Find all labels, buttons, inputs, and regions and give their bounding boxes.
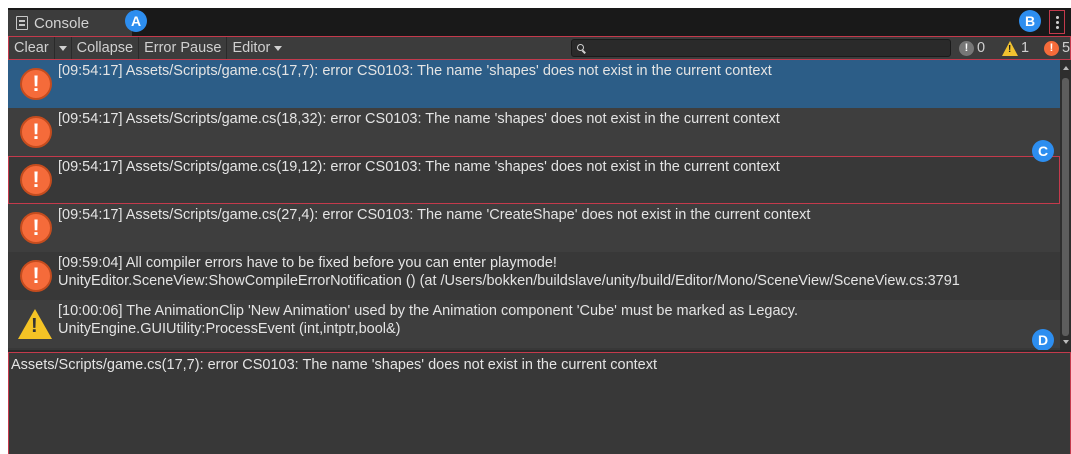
error-icon: ! [20, 164, 52, 196]
scroll-thumb[interactable] [1062, 78, 1069, 336]
callout-c: C [1032, 140, 1054, 162]
error-count: 5 [1062, 40, 1071, 56]
collapse-toggle[interactable]: Collapse [72, 37, 140, 59]
editor-dropdown[interactable]: Editor [227, 37, 287, 59]
kebab-menu-icon[interactable] [1049, 10, 1065, 34]
log-row[interactable]: ! [09:54:17] Assets/Scripts/game.cs(27,4… [8, 204, 1060, 252]
error-icon: ! [20, 116, 52, 148]
log-row[interactable]: ! [09:54:17] Assets/Scripts/game.cs(19,1… [8, 156, 1060, 204]
search-icon [577, 44, 584, 51]
log-count-toggle[interactable]: ! 0 [959, 39, 985, 57]
callout-d: D [1032, 329, 1054, 351]
error-icon: ! [20, 68, 52, 100]
warning-icon: ! [18, 309, 52, 339]
error-icon: ! [1044, 40, 1059, 56]
log-message: [09:54:17] Assets/Scripts/game.cs(19,12)… [58, 159, 780, 175]
log-count: 0 [977, 40, 986, 56]
tab-strip: Console A B [8, 8, 1071, 36]
error-pause-label: Error Pause [144, 40, 222, 56]
chevron-down-icon [274, 45, 283, 51]
warning-count: 1 [1021, 40, 1030, 56]
clear-button[interactable]: Clear [9, 37, 55, 59]
info-icon: ! [959, 40, 974, 56]
console-doc-icon [16, 16, 28, 30]
callout-a: A [125, 10, 147, 32]
tab-label: Console [34, 14, 90, 32]
detail-pane: Assets/Scripts/game.cs(17,7): error CS01… [8, 352, 1071, 454]
detail-text: Assets/Scripts/game.cs(17,7): error CS01… [11, 357, 658, 373]
search-input[interactable] [571, 39, 951, 57]
callout-b: B [1019, 10, 1041, 32]
error-count-toggle[interactable]: ! 5 [1044, 39, 1070, 57]
error-icon: ! [20, 260, 52, 292]
log-message: [09:54:17] Assets/Scripts/game.cs(17,7):… [58, 63, 772, 79]
log-row[interactable]: ! [09:59:04] All compiler errors have to… [8, 252, 1060, 300]
editor-label: Editor [232, 40, 271, 56]
log-message: [09:59:04] All compiler errors have to b… [58, 255, 557, 271]
log-row[interactable]: ! [10:00:06] The AnimationClip 'New Anim… [8, 300, 1060, 348]
log-stacktrace: UnityEditor.SceneView:ShowCompileErrorNo… [58, 273, 960, 289]
log-message: [10:00:06] The AnimationClip 'New Animat… [58, 303, 798, 319]
log-row[interactable]: ! [09:54:17] Assets/Scripts/game.cs(18,3… [8, 108, 1060, 156]
log-message: [09:54:17] Assets/Scripts/game.cs(18,32)… [58, 111, 780, 127]
log-row[interactable]: ! [09:54:17] Assets/Scripts/game.cs(17,7… [8, 60, 1060, 108]
warning-count-toggle[interactable]: ! 1 [1002, 39, 1029, 57]
log-message: [09:54:17] Assets/Scripts/game.cs(27,4):… [58, 207, 811, 223]
log-stacktrace: UnityEngine.GUIUtility:ProcessEvent (int… [58, 321, 401, 337]
console-toolbar: Clear Collapse Error Pause Editor ! 0 ! … [8, 36, 1071, 60]
warning-icon: ! [1002, 40, 1018, 56]
error-pause-toggle[interactable]: Error Pause [139, 37, 228, 59]
log-list: ! [09:54:17] Assets/Scripts/game.cs(17,7… [8, 60, 1060, 351]
log-scrollbar[interactable] [1060, 60, 1071, 350]
error-icon: ! [20, 212, 52, 244]
chevron-down-icon[interactable] [1063, 340, 1069, 344]
chevron-down-icon [58, 45, 67, 51]
clear-label: Clear [14, 40, 49, 56]
console-window: Console A B Clear Collapse Error Pause E… [8, 8, 1071, 454]
clear-options-dropdown[interactable] [55, 37, 72, 59]
collapse-label: Collapse [76, 40, 134, 56]
chevron-up-icon[interactable] [1063, 66, 1069, 70]
tab-console[interactable]: Console [8, 10, 132, 36]
